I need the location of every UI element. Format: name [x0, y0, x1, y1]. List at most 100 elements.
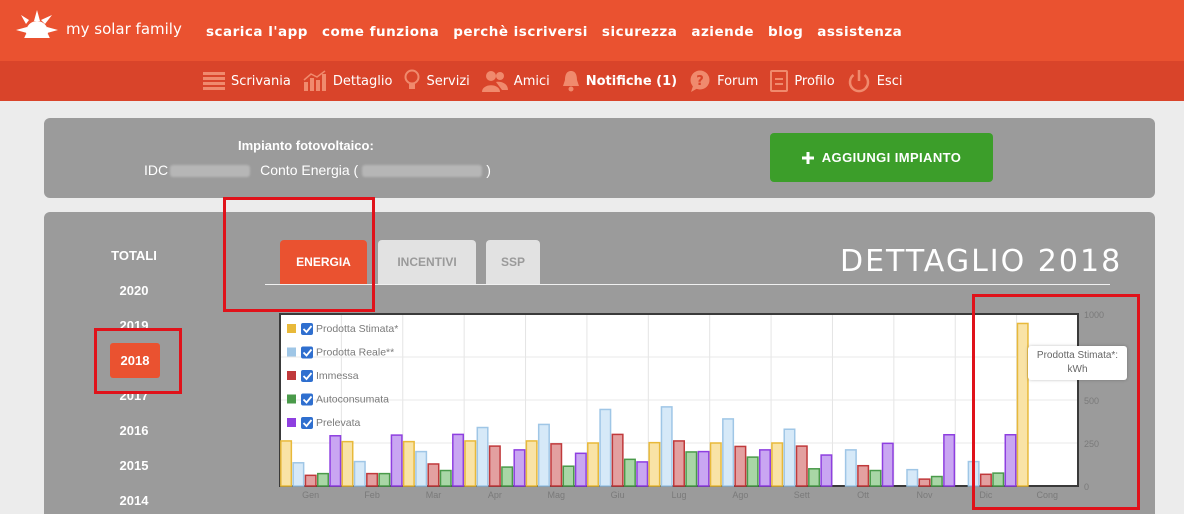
bar-prodottastimata-apr — [464, 440, 477, 487]
legend-label: Prodotta Reale** — [316, 347, 394, 359]
x-tick-label: Nov — [917, 490, 934, 500]
subnav-notifiche[interactable]: Notifiche (1) — [562, 70, 677, 92]
add-plant-button[interactable]: AGGIUNGI IMPIANTO — [770, 133, 993, 182]
bar-prelevata-lug — [697, 450, 710, 487]
nav-link-scarica-app[interactable]: scarica l'app — [206, 24, 308, 40]
bar-prodottareale-mag — [537, 423, 550, 487]
bar-prodottareale-apr — [476, 426, 489, 487]
subnav-amici[interactable]: Amici — [481, 70, 550, 92]
legend-label: Autoconsumata — [316, 394, 389, 406]
legend-swatch — [287, 394, 296, 404]
bar-immessa-lug — [673, 440, 685, 487]
subnav-esci[interactable]: Esci — [847, 69, 903, 93]
subnav-forum[interactable]: ? Forum — [689, 70, 758, 92]
nav-link-come-funziona[interactable]: come funziona — [322, 24, 439, 40]
subnav-label: Dettaglio — [332, 73, 393, 89]
plant-close-paren: ) — [486, 162, 491, 178]
top-navbar: my solar family scarica l'app come funzi… — [0, 0, 1184, 61]
year-item-2014[interactable]: 2014 — [44, 493, 224, 508]
bar-autoconsumata-apr — [501, 466, 514, 487]
plant-panel: Impianto fotovoltaico: IDC Conto Energia … — [44, 118, 1155, 198]
subnav-dettaglio[interactable]: Dettaglio — [303, 70, 393, 92]
bar-autoconsumata-sett — [808, 468, 821, 487]
plant-id-prefix: IDC — [144, 162, 169, 178]
subnav-label: Scrivania — [231, 73, 291, 89]
bar-autoconsumata-giu — [623, 458, 636, 487]
bar-prelevata-feb — [390, 434, 403, 487]
legend-swatch — [287, 324, 296, 333]
user-navbar: Scrivania Dettaglio Servizi Amici Notifi… — [0, 61, 1184, 101]
bar-immessa-feb — [366, 472, 379, 487]
bar-immessa-gen — [304, 474, 317, 487]
bar-prelevata-giu — [636, 461, 649, 487]
lightbulb-icon — [404, 69, 420, 89]
nav-link-aziende[interactable]: aziende — [691, 24, 754, 40]
x-tick-label: Ago — [732, 490, 748, 500]
bar-immessa-mag — [550, 443, 563, 487]
bar-prelevata-ott — [881, 442, 894, 487]
bar-prodottareale-mar — [415, 450, 428, 487]
profile-card-icon — [770, 70, 789, 92]
bar-prodottareale-giu — [599, 408, 612, 487]
legend-checkbox — [301, 370, 313, 382]
year-item-2016[interactable]: 2016 — [44, 423, 224, 438]
bar-autoconsumata-ott — [869, 469, 882, 487]
desk-list-icon — [203, 72, 225, 90]
bar-prodottareale-ago — [722, 418, 735, 487]
subnav-profilo[interactable]: Profilo — [770, 70, 835, 92]
bar-chart-icon — [303, 70, 326, 91]
bar-autoconsumata-lug — [685, 451, 698, 487]
year-item-2020[interactable]: 2020 — [44, 283, 224, 298]
subnav-label: Esci — [876, 73, 903, 89]
bar-prelevata-sett — [820, 454, 833, 487]
x-tick-label: Sett — [794, 490, 811, 500]
brand-name[interactable]: my solar family — [66, 20, 182, 38]
top-nav-links: scarica l'app come funziona perchè iscri… — [206, 24, 902, 40]
x-tick-label: Ott — [857, 490, 870, 500]
bar-autoconsumata-mar — [439, 469, 452, 487]
bar-prodottareale-ott — [844, 449, 857, 487]
x-tick-label: Lug — [671, 490, 686, 500]
subnav-label: Forum — [717, 73, 759, 89]
x-tick-label: Feb — [364, 490, 380, 500]
bar-prodottareale-feb — [353, 460, 366, 487]
legend-label: Prelevata — [316, 417, 361, 429]
legend-label: Prodotta Stimata* — [316, 323, 398, 335]
bar-prelevata-nov — [943, 433, 956, 487]
nav-link-assistenza[interactable]: assistenza — [817, 24, 902, 40]
year-item-2015[interactable]: 2015 — [44, 458, 224, 473]
bar-immessa-ott — [857, 464, 870, 487]
page-title: DETTAGLIO 2018 — [840, 244, 1123, 279]
x-tick-label: Mar — [426, 490, 442, 500]
nav-link-blog[interactable]: blog — [768, 24, 803, 40]
sun-logo-icon[interactable] — [14, 8, 60, 54]
bar-autoconsumata-feb — [378, 472, 391, 487]
tabs-underline — [265, 284, 1110, 285]
bar-immessa-ago — [734, 445, 747, 487]
bar-prodottastimata-sett — [771, 442, 784, 487]
bar-prodottareale-lug — [660, 406, 673, 487]
year-item-totali[interactable]: TOTALI — [44, 248, 224, 263]
svg-text:?: ? — [696, 74, 704, 89]
subnav-servizi[interactable]: Servizi — [404, 69, 470, 93]
nav-link-sicurezza[interactable]: sicurezza — [602, 24, 677, 40]
bar-prodottareale-nov — [906, 468, 919, 487]
plus-icon — [801, 151, 814, 164]
bar-prelevata-mag — [574, 452, 587, 487]
x-tick-label: Apr — [488, 490, 502, 500]
tab-incentivi[interactable]: INCENTIVI — [378, 240, 476, 284]
plant-selector[interactable]: IDC Conto Energia () — [144, 162, 491, 178]
bar-prodottastimata-giu — [587, 442, 600, 487]
redacted-conto — [362, 165, 483, 178]
x-tick-label: Gen — [302, 490, 319, 500]
bar-autoconsumata-ago — [746, 456, 759, 487]
bar-prodottareale-sett — [783, 428, 796, 487]
nav-link-perche-iscriversi[interactable]: perchè iscriversi — [453, 24, 588, 40]
bar-prelevata-mar — [452, 433, 465, 487]
bar-prodottastimata-mar — [402, 440, 415, 487]
tab-ssp[interactable]: SSP — [486, 240, 540, 284]
bar-prelevata-gen — [329, 435, 342, 487]
subnav-label: Servizi — [426, 73, 470, 89]
subnav-scrivania[interactable]: Scrivania — [203, 71, 291, 91]
bar-prodottastimata-mag — [525, 440, 538, 487]
